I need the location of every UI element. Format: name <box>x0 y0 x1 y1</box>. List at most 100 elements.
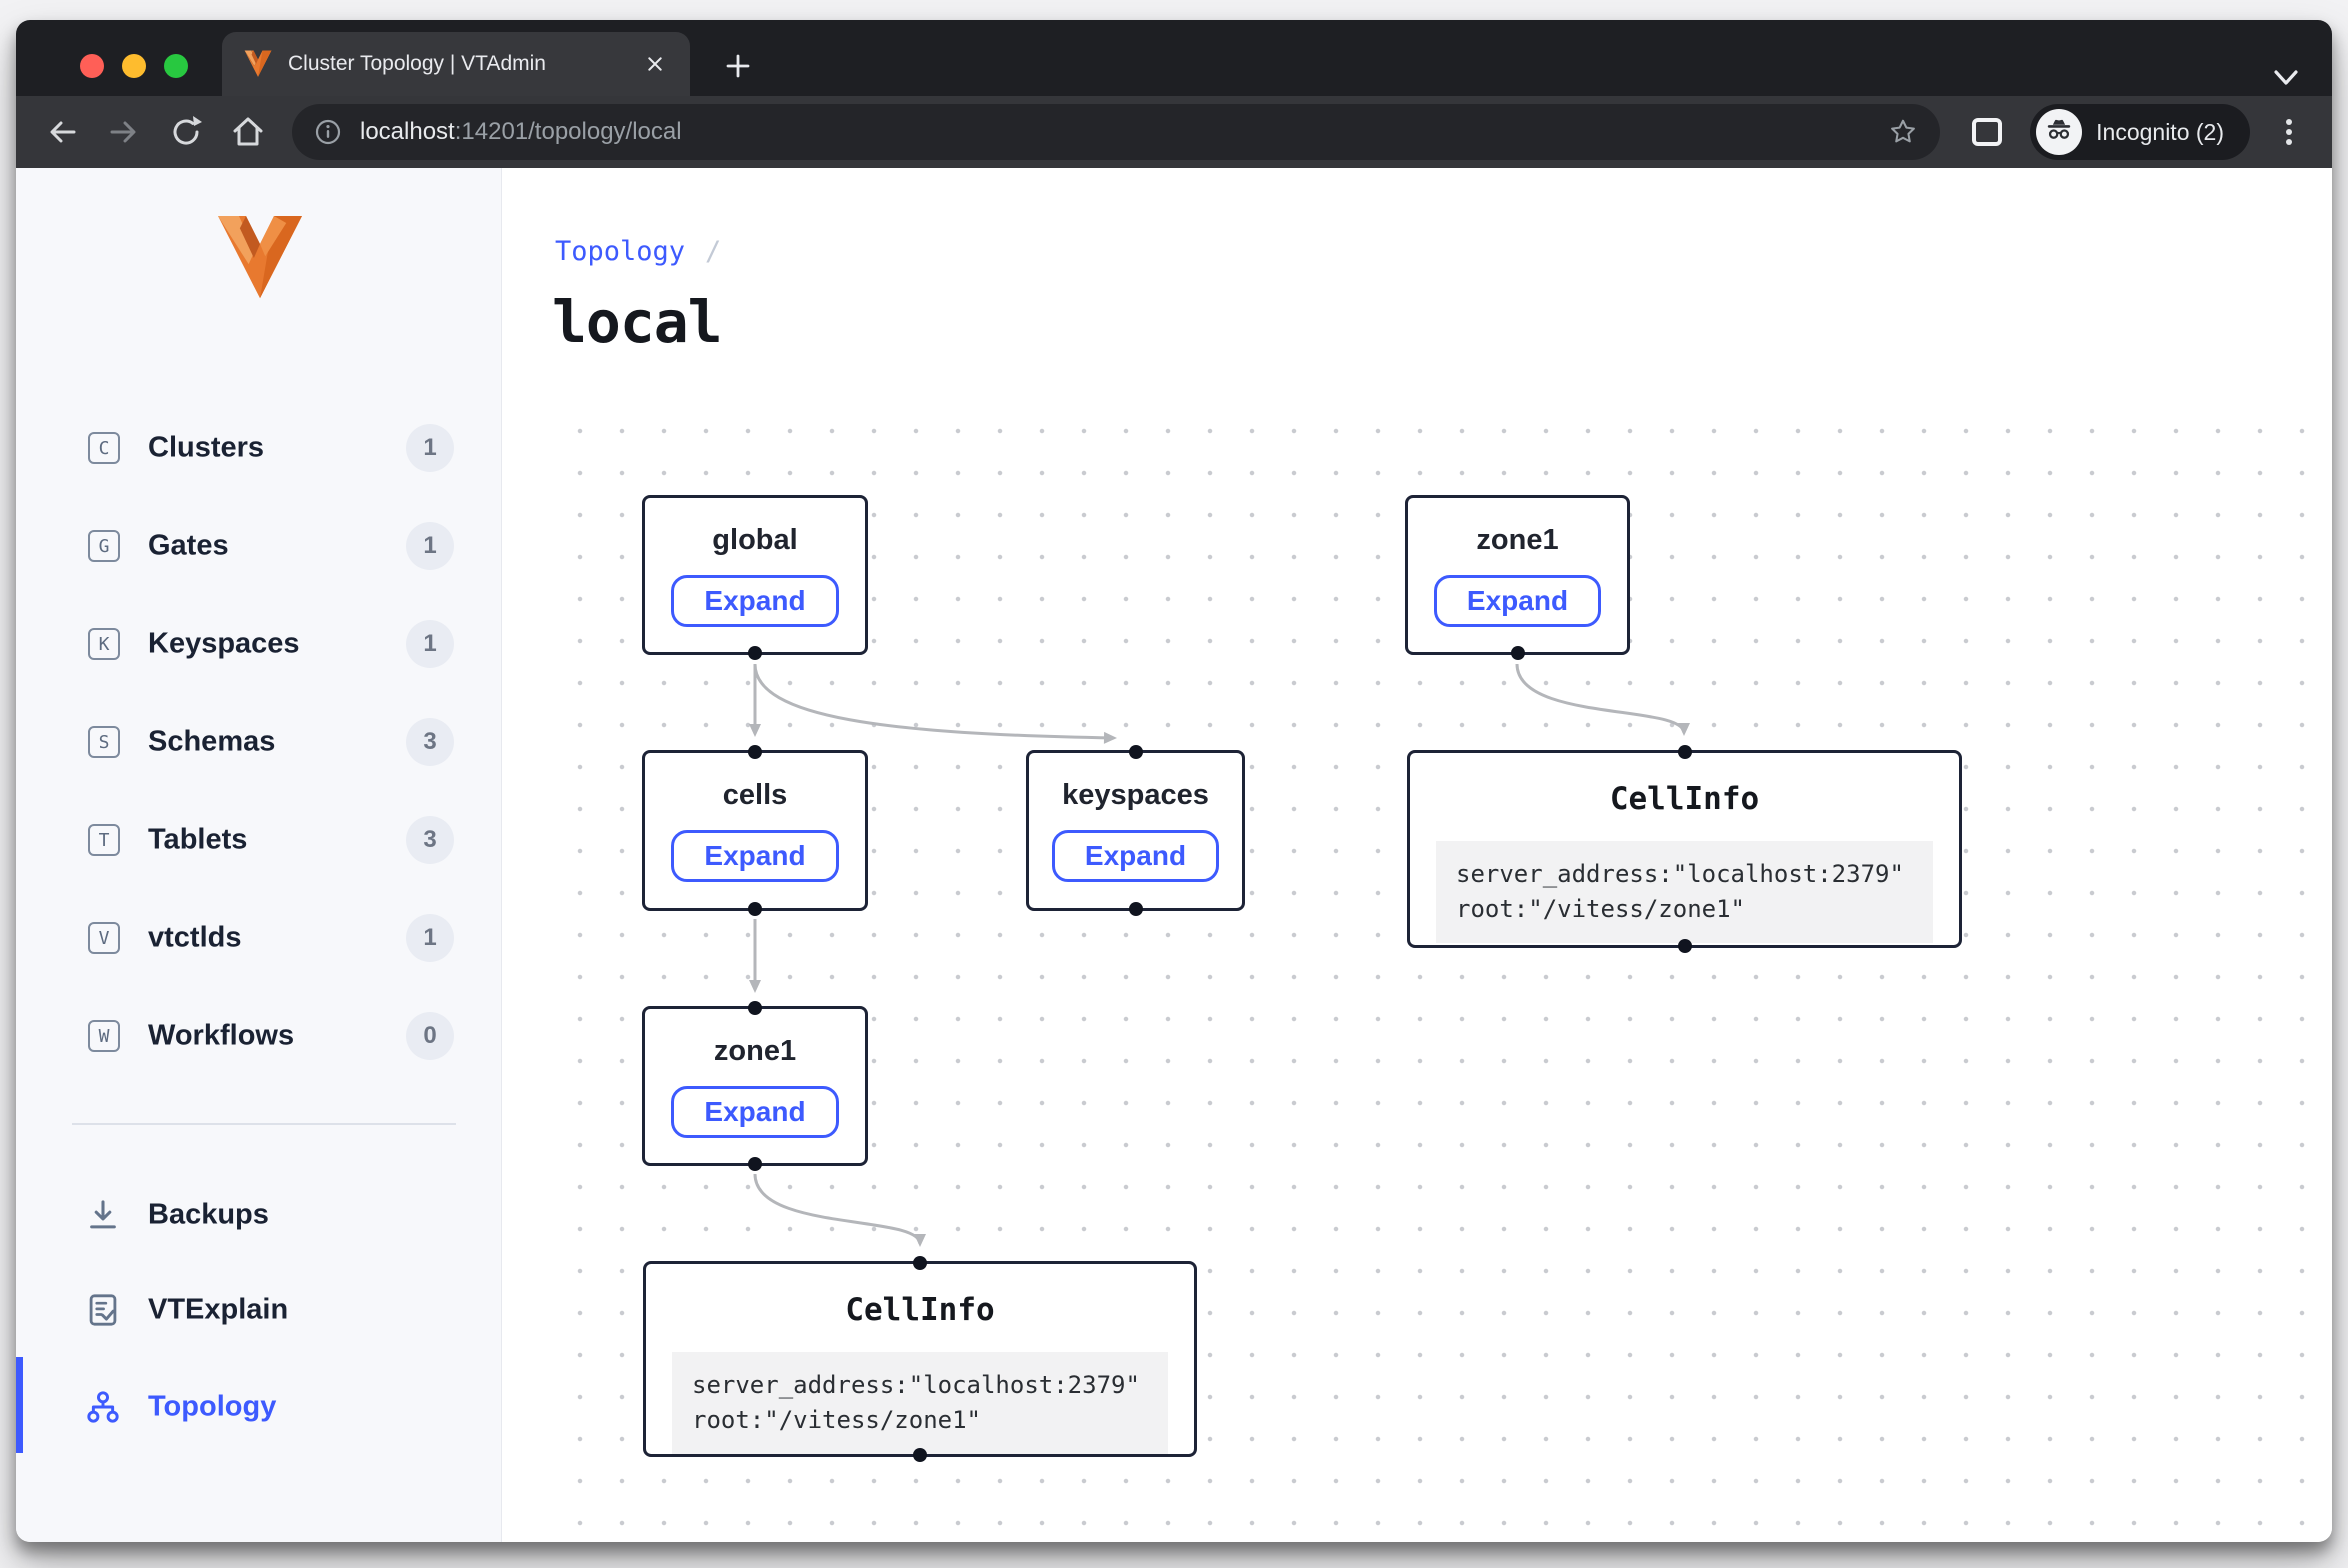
bookmark-star-icon[interactable] <box>1888 117 1918 147</box>
breadcrumb-topology-link[interactable]: Topology <box>555 236 685 267</box>
cellinfo-code: server_address:"localhost:2379" root:"/v… <box>672 1352 1168 1454</box>
page-title: local <box>552 288 722 356</box>
code-line: server_address:"localhost:2379" <box>1456 857 1913 892</box>
node-handle <box>748 646 762 660</box>
count-badge: 3 <box>406 718 454 766</box>
node-handle <box>748 1001 762 1015</box>
browser-window: Cluster Topology | VTAdmin <box>16 20 2332 1542</box>
node-label: keyspaces <box>1062 779 1209 812</box>
sidebar-item-vtctlds[interactable]: V vtctlds 1 <box>16 906 501 970</box>
graph-canvas[interactable]: global Expand cells Expand keysp <box>548 418 2328 1540</box>
sidebar-divider <box>72 1123 456 1125</box>
sidebar-item-workflows[interactable]: W Workflows 0 <box>16 1004 501 1068</box>
sidebar-item-clusters[interactable]: C Clusters 1 <box>16 416 501 480</box>
node-label: cells <box>723 779 788 812</box>
backups-icon <box>86 1198 120 1232</box>
close-tab-icon[interactable] <box>642 51 668 77</box>
sidebar-item-gates[interactable]: G Gates 1 <box>16 514 501 578</box>
tab-strip: Cluster Topology | VTAdmin <box>16 20 2332 96</box>
cellinfo-code: server_address:"localhost:2379" root:"/v… <box>1436 841 1933 943</box>
code-line: root:"/vitess/zone1" <box>1456 892 1913 927</box>
vtexplain-icon <box>86 1293 120 1327</box>
count-badge: 1 <box>406 620 454 668</box>
count-badge: 1 <box>406 424 454 472</box>
expand-button[interactable]: Expand <box>671 1086 838 1138</box>
url-host: localhost <box>360 118 455 145</box>
clusters-icon: C <box>88 432 120 464</box>
node-handle <box>913 1256 927 1270</box>
count-badge: 0 <box>406 1012 454 1060</box>
expand-button[interactable]: Expand <box>1434 575 1601 627</box>
node-cellinfo[interactable]: CellInfo server_address:"localhost:2379"… <box>643 1261 1197 1457</box>
window-content: C Clusters 1 G Gates 1 K Keyspaces 1 S S… <box>16 168 2332 1542</box>
node-handle <box>748 1157 762 1171</box>
workflows-icon: W <box>88 1020 120 1052</box>
sidebar: C Clusters 1 G Gates 1 K Keyspaces 1 S S… <box>16 168 502 1542</box>
minimize-window-button[interactable] <box>122 54 146 78</box>
main-content: Topology / local <box>502 168 2332 1542</box>
menu-icon[interactable] <box>2274 115 2304 149</box>
desktop-background: Cluster Topology | VTAdmin <box>0 0 2348 1568</box>
tab-title: Cluster Topology | VTAdmin <box>288 52 632 76</box>
node-label: global <box>712 524 797 557</box>
toolbar: localhost:14201/topology/local <box>16 96 2332 168</box>
back-icon[interactable] <box>44 114 80 150</box>
node-handle <box>913 1448 927 1462</box>
node-label: zone1 <box>714 1035 796 1068</box>
node-handle <box>748 902 762 916</box>
vtctlds-icon: V <box>88 922 120 954</box>
topology-icon <box>86 1390 120 1424</box>
sidebar-item-vtexplain[interactable]: VTExplain <box>16 1278 501 1342</box>
url-text: localhost:14201/topology/local <box>360 118 1874 146</box>
node-zone1[interactable]: zone1 Expand <box>642 1006 868 1166</box>
node-zone1-right[interactable]: zone1 Expand <box>1405 495 1630 655</box>
incognito-icon <box>2036 109 2082 155</box>
incognito-label: Incognito (2) <box>2096 119 2224 146</box>
node-handle <box>1678 745 1692 759</box>
expand-button[interactable]: Expand <box>671 830 838 882</box>
breadcrumb-separator: / <box>705 236 721 267</box>
cellinfo-title: CellInfo <box>1410 781 1959 817</box>
node-global[interactable]: global Expand <box>642 495 868 655</box>
new-tab-button[interactable] <box>722 50 754 82</box>
gates-icon: G <box>88 530 120 562</box>
incognito-badge[interactable]: Incognito (2) <box>2030 104 2250 160</box>
sidebar-item-topology[interactable]: Topology <box>16 1375 501 1439</box>
node-handle <box>748 745 762 759</box>
url-bar[interactable]: localhost:14201/topology/local <box>292 104 1940 160</box>
browser-tab[interactable]: Cluster Topology | VTAdmin <box>222 32 690 96</box>
node-handle <box>1511 646 1525 660</box>
side-panel-icon[interactable] <box>1970 115 2004 149</box>
tablets-icon: T <box>88 824 120 856</box>
reload-icon[interactable] <box>168 114 204 150</box>
active-nav-indicator <box>16 1357 23 1453</box>
node-handle <box>1678 939 1692 953</box>
node-handle <box>1129 745 1143 759</box>
site-info-icon[interactable] <box>314 118 342 146</box>
code-line: root:"/vitess/zone1" <box>692 1403 1148 1438</box>
count-badge: 1 <box>406 914 454 962</box>
code-line: server_address:"localhost:2379" <box>692 1368 1148 1403</box>
node-cellinfo-right[interactable]: CellInfo server_address:"localhost:2379"… <box>1407 750 1962 948</box>
schemas-icon: S <box>88 726 120 758</box>
keyspaces-icon: K <box>88 628 120 660</box>
close-window-button[interactable] <box>80 54 104 78</box>
chevron-down-icon[interactable] <box>2270 68 2302 90</box>
count-badge: 1 <box>406 522 454 570</box>
vitess-logo <box>216 216 304 300</box>
maximize-window-button[interactable] <box>164 54 188 78</box>
cellinfo-title: CellInfo <box>646 1292 1194 1328</box>
expand-button[interactable]: Expand <box>671 575 838 627</box>
node-keyspaces[interactable]: keyspaces Expand <box>1026 750 1245 911</box>
sidebar-item-keyspaces[interactable]: K Keyspaces 1 <box>16 612 501 676</box>
expand-button[interactable]: Expand <box>1052 830 1219 882</box>
node-handle <box>1129 902 1143 916</box>
url-path: :14201/topology/local <box>455 118 682 145</box>
home-icon[interactable] <box>230 114 266 150</box>
node-cells[interactable]: cells Expand <box>642 750 868 911</box>
sidebar-item-backups[interactable]: Backups <box>16 1183 501 1247</box>
forward-icon[interactable] <box>106 114 142 150</box>
sidebar-item-tablets[interactable]: T Tablets 3 <box>16 808 501 872</box>
sidebar-item-schemas[interactable]: S Schemas 3 <box>16 710 501 774</box>
node-label: zone1 <box>1476 524 1558 557</box>
